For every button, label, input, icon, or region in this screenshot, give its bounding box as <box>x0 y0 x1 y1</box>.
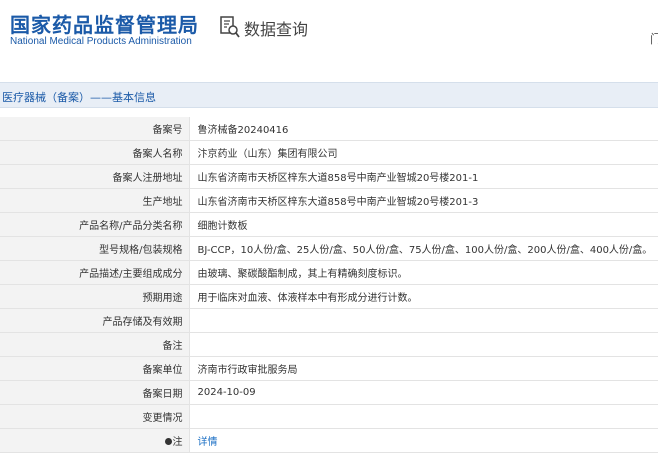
table-row: 注 详情 <box>0 428 658 453</box>
breadcrumb: 医疗器械（备案）——基本信息 <box>2 91 156 104</box>
row-label: 产品描述/主要组成成分 <box>0 260 190 285</box>
table-row: 备案号 鲁济械备20240416 <box>0 117 658 141</box>
agency-logo-title[interactable]: 国家药品监督管理局 <box>10 9 199 38</box>
record-detail-table: 备案号 鲁济械备20240416 备案人名称 汴京药业（山东）集团有限公司 备案… <box>0 117 658 453</box>
row-label: 备案日期 <box>0 380 190 405</box>
row-value: 山东省济南市天桥区梓东大道858号中南产业智城20号楼201-3 <box>189 188 658 213</box>
row-label: 备案单位 <box>0 356 190 381</box>
table-row: 变更情况 <box>0 404 658 429</box>
row-value <box>189 404 658 429</box>
row-label: 变更情况 <box>0 404 190 429</box>
table-row: 产品名称/产品分类名称 细胞计数板 <box>0 212 658 237</box>
row-value <box>189 308 658 333</box>
table-row: 产品描述/主要组成成分 由玻璃、聚碳酸酯制成，其上有精确刻度标识。 <box>0 260 658 285</box>
row-value: 由玻璃、聚碳酸酯制成，其上有精确刻度标识。 <box>189 260 658 285</box>
table-row: 备案人名称 汴京药业（山东）集团有限公司 <box>0 140 658 165</box>
data-query-icon <box>220 16 240 38</box>
row-label: 产品名称/产品分类名称 <box>0 212 190 237</box>
row-label: 备注 <box>0 332 190 357</box>
table-row: 生产地址 山东省济南市天桥区梓东大道858号中南产业智城20号楼201-3 <box>0 188 658 213</box>
row-value <box>189 332 658 357</box>
breadcrumb-bar: 医疗器械（备案）——基本信息 <box>0 82 658 108</box>
site-header: 国家药品监督管理局 National Medical Products Admi… <box>0 0 658 66</box>
row-value: 山东省济南市天桥区梓东大道858号中南产业智城20号楼201-1 <box>189 164 658 189</box>
table-row: 产品存储及有效期 <box>0 308 658 333</box>
row-label: 注 <box>172 437 183 448</box>
row-label: 备案号 <box>0 117 190 141</box>
table-row: 备案日期 2024-10-09 <box>0 380 658 405</box>
table-row: 备案人注册地址 山东省济南市天桥区梓东大道858号中南产业智城20号楼201-1 <box>0 164 658 189</box>
row-value: 详情 <box>189 428 658 453</box>
row-label: 预期用途 <box>0 284 190 309</box>
table-row: 型号规格/包装规格 BJ-CCP，10人份/盒、25人份/盒、50人份/盒、75… <box>0 236 658 261</box>
row-value: 汴京药业（山东）集团有限公司 <box>189 140 658 165</box>
row-value: BJ-CCP，10人份/盒、25人份/盒、50人份/盒、75人份/盒、100人份… <box>189 236 658 261</box>
row-label: 生产地址 <box>0 188 190 213</box>
row-value: 2024-10-09 <box>189 380 658 405</box>
agency-logo-subtitle: National Medical Products Administration <box>10 36 192 47</box>
table-row: 预期用途 用于临床对血液、体液样本中有形成分进行计数。 <box>0 284 658 309</box>
row-label: 型号规格/包装规格 <box>0 236 190 261</box>
row-value: 济南市行政审批服务局 <box>189 356 658 381</box>
row-label: 备案人注册地址 <box>0 164 190 189</box>
row-value: 用于临床对血液、体液样本中有形成分进行计数。 <box>189 284 658 309</box>
row-value: 细胞计数板 <box>189 212 658 237</box>
table-row: 备注 <box>0 332 658 357</box>
data-query-title: 数据查询 <box>244 20 309 39</box>
row-label: 产品存储及有效期 <box>0 308 190 333</box>
note-bullet-icon <box>164 438 172 445</box>
details-link[interactable]: 详情 <box>198 437 218 448</box>
row-value: 鲁济械备20240416 <box>189 117 658 141</box>
row-label-note: 注 <box>0 428 190 453</box>
row-label: 备案人名称 <box>0 140 190 165</box>
header-edge-text: 门 <box>650 32 658 46</box>
table-row: 备案单位 济南市行政审批服务局 <box>0 356 658 381</box>
